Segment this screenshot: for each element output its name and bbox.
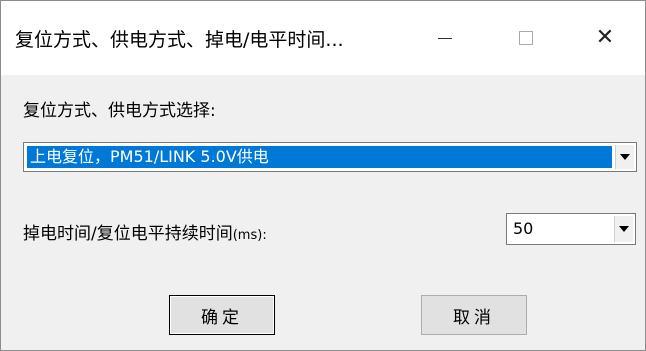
- maximize-button: [486, 1, 566, 75]
- reset-duration-label: 掉电时间/复位电平持续时间(ms):: [23, 219, 267, 244]
- reset-duration-selected-value: 50: [513, 219, 534, 238]
- maximize-icon: [519, 31, 533, 45]
- reset-power-mode-selected-value: 上电复位，PM51/LINK 5.0V供电: [27, 146, 612, 168]
- close-icon: ✕: [595, 25, 615, 50]
- reset-duration-unit: (ms):: [232, 228, 267, 243]
- minimize-button[interactable]: [405, 1, 485, 75]
- ok-button[interactable]: 确定: [169, 295, 275, 335]
- reset-power-mode-label: 复位方式、供电方式选择:: [23, 101, 216, 121]
- chevron-down-icon: [619, 226, 629, 232]
- minimize-icon: [438, 37, 452, 39]
- close-button[interactable]: ✕: [565, 1, 645, 75]
- reset-power-mode-dropdown[interactable]: 上电复位，PM51/LINK 5.0V供电: [23, 142, 637, 172]
- dropdown-arrow-button[interactable]: [615, 145, 634, 169]
- dialog-window: 复位方式、供电方式、掉电/电平时间... ✕ 复位方式、供电方式选择: 上电复位…: [0, 0, 646, 351]
- window-title: 复位方式、供电方式、掉电/电平时间...: [15, 29, 344, 51]
- reset-duration-dropdown[interactable]: 50: [506, 213, 636, 245]
- title-bar: 复位方式、供电方式、掉电/电平时间... ✕: [1, 1, 645, 75]
- chevron-down-icon: [620, 154, 630, 160]
- reset-duration-label-text: 掉电时间/复位电平持续时间: [23, 224, 233, 244]
- cancel-button[interactable]: 取消: [421, 295, 527, 335]
- dropdown-arrow-button[interactable]: [614, 216, 633, 242]
